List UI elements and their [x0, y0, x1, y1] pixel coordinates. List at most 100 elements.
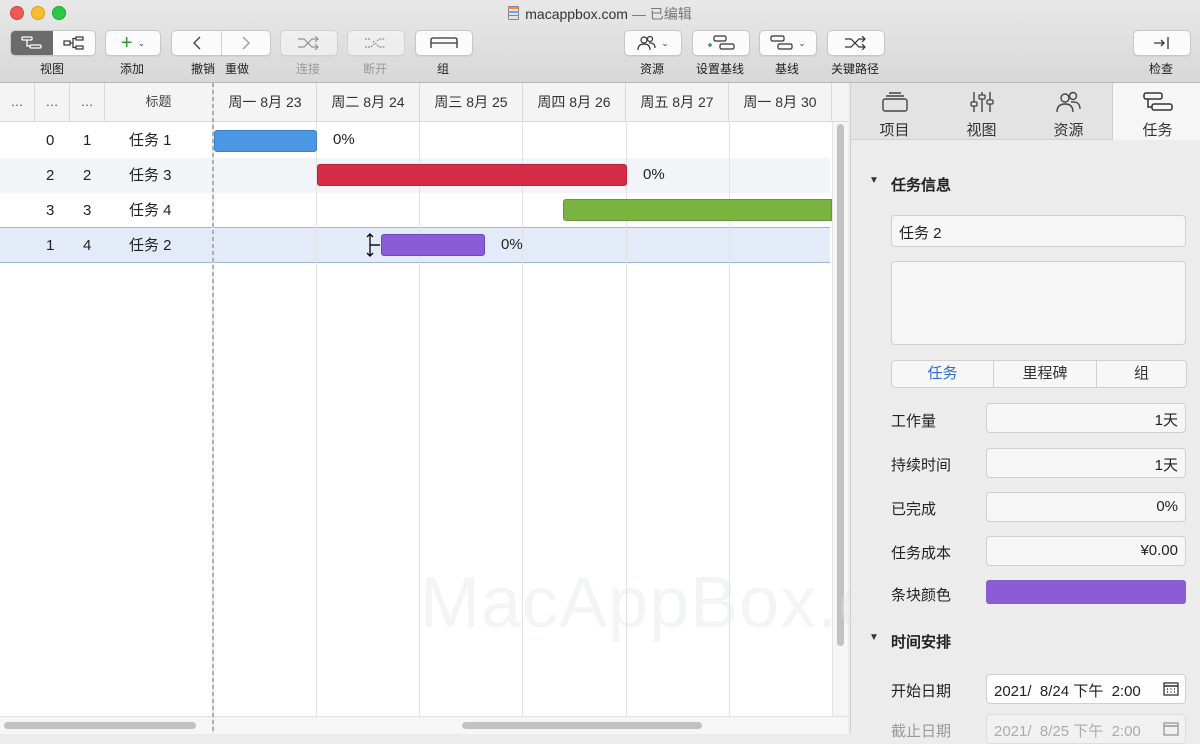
calendar-icon: [1163, 682, 1179, 696]
task-cost-field[interactable]: ¥0.00: [986, 536, 1186, 566]
task-type-segmented-control[interactable]: 任务 里程碑 组: [891, 360, 1187, 388]
chevron-down-icon: ⌄: [661, 37, 669, 48]
gantt-bar-task-3[interactable]: [317, 164, 627, 186]
end-date-label: 截止日期: [891, 723, 952, 740]
critical-path-button[interactable]: [827, 30, 885, 56]
set-baseline-icon: [708, 35, 735, 50]
gantt-bar-task-2[interactable]: [381, 234, 485, 256]
network-view-icon[interactable]: [53, 31, 95, 55]
task-name-field[interactable]: 任务 2: [891, 215, 1186, 247]
disclosure-triangle-icon[interactable]: ▼: [869, 632, 879, 643]
sidebar-toggle-icon: [1154, 37, 1169, 49]
start-date-field[interactable]: 2021/ 8/24 下午 2:00: [986, 674, 1186, 704]
inspector-tab-resources[interactable]: 资源: [1025, 83, 1112, 139]
column-header-title[interactable]: 标题: [105, 83, 212, 121]
disclosure-triangle-icon[interactable]: ▼: [869, 175, 879, 186]
critical-path-icon: [845, 36, 866, 50]
table-row[interactable]: 0 1 任务 1: [0, 123, 212, 158]
date-header-cell: 周四 8月 26: [523, 83, 626, 121]
project-icon: [882, 92, 908, 112]
inspector-tab-view[interactable]: 视图: [938, 83, 1025, 139]
set-baseline-label: 设置基线: [695, 62, 744, 76]
schedule-heading: 时间安排: [891, 634, 952, 651]
row-title: 任务 3: [129, 167, 172, 184]
window-title: macappbox.com — 已编辑: [0, 4, 1200, 24]
add-button[interactable]: + ⌄: [105, 30, 161, 56]
gantt-hscroll-thumb[interactable]: [462, 722, 702, 729]
table-row[interactable]: 2 2 任务 3: [0, 158, 212, 193]
row-number: 3: [83, 202, 92, 219]
undo-redo-control[interactable]: [171, 30, 271, 56]
table-horizontal-scrollbar[interactable]: [0, 716, 212, 734]
gantt-bar-task-4[interactable]: [563, 199, 832, 221]
undo-label: 撤销: [190, 62, 215, 76]
task-icon: [1143, 92, 1173, 111]
inspector-panel: 项目 视图 资源 任务 ▼ 任务信息 任务 2 任务 里程碑 组 工作量 1天 …: [850, 83, 1200, 744]
resources-button[interactable]: ⌄: [624, 30, 682, 56]
column-header-more-1[interactable]: …: [0, 83, 35, 121]
group-button[interactable]: [415, 30, 473, 56]
people-icon: [1056, 91, 1081, 113]
view-label: 视图: [39, 62, 64, 76]
disconnect-button[interactable]: [347, 30, 405, 56]
gantt-horizontal-scrollbar[interactable]: [214, 716, 848, 734]
gantt-bar-task-1[interactable]: [214, 130, 317, 152]
row-number: 1: [83, 132, 92, 149]
connect-shuffle-icon: [298, 36, 319, 50]
gantt-view-icon[interactable]: [11, 31, 53, 55]
group-label: 组: [436, 62, 449, 76]
date-header-cell: 周三 8月 25: [420, 83, 523, 121]
duration-field[interactable]: 1天: [986, 448, 1186, 478]
segment-milestone[interactable]: 里程碑: [994, 361, 1097, 387]
task-table-header: … … … 标题: [0, 83, 212, 122]
work-label: 工作量: [891, 413, 937, 430]
date-header-cell: 周五 8月 27: [626, 83, 729, 121]
work-field[interactable]: 1天: [986, 403, 1186, 433]
segment-group[interactable]: 组: [1097, 361, 1186, 387]
gantt-bar-percent: 0%: [501, 236, 523, 253]
end-date-field[interactable]: 2021/ 8/25 下午 2:00: [986, 714, 1186, 744]
table-row[interactable]: 3 3 任务 4: [0, 193, 212, 228]
group-bracket-icon: [430, 37, 458, 48]
column-header-more-3[interactable]: …: [70, 83, 105, 121]
set-baseline-button[interactable]: [692, 30, 750, 56]
baseline-button[interactable]: ⌄: [759, 30, 817, 56]
column-header-more-2[interactable]: …: [35, 83, 70, 121]
task-info-heading: 任务信息: [891, 177, 952, 194]
inspect-label: 检查: [1148, 62, 1173, 76]
table-row-selected[interactable]: 1 4 任务 2: [0, 227, 212, 263]
row-title: 任务 2: [129, 237, 172, 254]
bar-color-well[interactable]: [986, 580, 1186, 604]
row-id: 0: [46, 132, 55, 149]
connect-button[interactable]: [280, 30, 338, 56]
gantt-bar-percent: 0%: [333, 131, 355, 148]
add-label: 添加: [119, 62, 144, 76]
window-toolbar: macappbox.com — 已编辑 视图 + ⌄ 添加 撤销 重做 连接 断…: [0, 0, 1200, 83]
task-notes-field[interactable]: [891, 261, 1186, 345]
row-number: 4: [83, 237, 92, 254]
baseline-icon: [770, 35, 793, 50]
inspect-button[interactable]: [1133, 30, 1191, 56]
date-header-cell: 周一 8月 30: [729, 83, 832, 121]
row-number: 2: [83, 167, 92, 184]
critical-path-label: 关键路径: [830, 62, 879, 76]
undo-icon[interactable]: [172, 31, 222, 55]
table-scroll-thumb[interactable]: [4, 722, 196, 729]
gantt-date-header: 周一 8月 23 周二 8月 24 周三 8月 25 周四 8月 26 周五 8…: [214, 83, 848, 122]
resources-label: 资源: [639, 62, 664, 76]
view-segmented-control[interactable]: [10, 30, 96, 56]
duration-label: 持续时间: [891, 457, 952, 474]
chevron-down-icon: ⌄: [137, 37, 146, 48]
disconnect-shuffle-icon: [365, 38, 385, 48]
inspector-tab-project[interactable]: 项目: [851, 83, 938, 139]
disconnect-label: 断开: [362, 62, 387, 76]
row-title: 任务 1: [129, 132, 172, 149]
row-id: 3: [46, 202, 55, 219]
gantt-bar-percent: 0%: [643, 166, 665, 183]
redo-icon[interactable]: [222, 31, 270, 55]
segment-task[interactable]: 任务: [892, 361, 994, 387]
completed-field[interactable]: 0%: [986, 492, 1186, 522]
completed-label: 已完成: [891, 501, 937, 518]
inspector-tab-task[interactable]: 任务: [1112, 83, 1200, 140]
sliders-icon: [970, 92, 994, 112]
